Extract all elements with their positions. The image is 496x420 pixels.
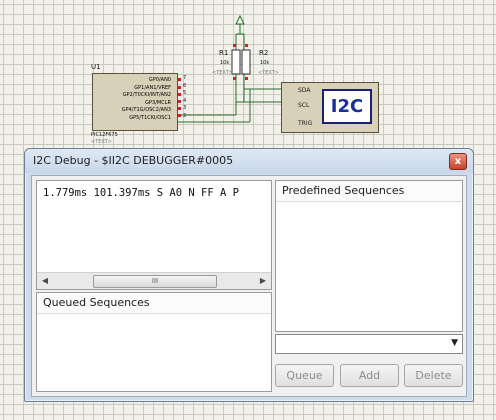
add-button[interactable]: Add [340,364,399,387]
queue-button[interactable]: Queue [275,364,334,387]
i2c-pin-label: SCL [298,102,310,109]
queued-sequences-panel[interactable]: Queued Sequences [36,292,272,392]
pin-number: 2 [183,113,187,119]
pin-name: GP3/MCLR [145,100,171,106]
pin-number: 3 [183,105,187,111]
r2-text-placeholder: <TEXT> [258,70,279,76]
pin-number: 5 [183,90,187,96]
pin-number: 4 [183,98,187,104]
r2-ref-label: R2 [259,49,269,57]
trace-log-panel[interactable]: 1.779ms 101.397ms S A0 N FF A P ◀ III ▶ [36,180,272,290]
pic-chip: GP0/AN0 GP1/AN1/VREF GP2/T0CKI/INT/AN2 G… [92,73,178,131]
r1-ref-label: R1 [219,49,229,57]
horizontal-scrollbar[interactable]: ◀ III ▶ [37,272,271,289]
i2c-debugger-component: SDA SCL TRIG I2C [281,82,379,133]
pin-name: GP5/T1CKI/OSC1 [129,115,171,121]
wires [176,34,281,123]
pin-name: GP2/T0CKI/INT/AN2 [122,92,171,98]
window-titlebar[interactable]: I2C Debug - $II2C DEBUGGER#0005 x [25,149,473,173]
chip-ref-label: U1 [91,63,101,71]
scroll-left-icon[interactable]: ◀ [37,273,53,289]
schematic-canvas [176,14,286,123]
r1-value-label: 10k [220,60,230,66]
chevron-down-icon[interactable]: ▼ [451,338,458,348]
pin-name: GP1/AN1/VREF [134,85,171,91]
i2c-debug-window: I2C Debug - $II2C DEBUGGER#0005 x 1.779m… [24,148,474,402]
i2c-pin-label: TRIG [298,120,313,127]
resistor-r2 [241,49,251,75]
chip-text-placeholder: <TEXT> [91,139,112,145]
predefined-sequences-header: Predefined Sequences [276,181,462,202]
scroll-right-icon[interactable]: ▶ [255,273,271,289]
window-title: I2C Debug - $II2C DEBUGGER#0005 [33,154,234,167]
r1-text-placeholder: <TEXT> [212,70,233,76]
chip-part-label: PIC12F675 [91,132,118,138]
pin-name: GP4/T1G/OSC2/AN3 [121,107,171,113]
pin-number: 6 [183,83,187,89]
i2c-logo: I2C [322,89,372,124]
predefined-sequences-panel[interactable]: Predefined Sequences [275,180,463,332]
pin-name: GP0/AN0 [148,77,171,83]
power-terminal-icon [235,14,245,35]
sequence-combobox[interactable]: ▼ [275,334,463,354]
window-client-area: 1.779ms 101.397ms S A0 N FF A P ◀ III ▶ … [31,175,467,397]
i2c-pin-label: SDA [298,87,311,94]
resistor-r1 [231,49,241,75]
delete-button[interactable]: Delete [404,364,463,387]
r2-value-label: 10k [260,60,270,66]
close-button[interactable]: x [449,153,467,170]
scrollbar-thumb[interactable]: III [93,275,217,288]
queued-sequences-header: Queued Sequences [37,293,271,314]
trace-log-line[interactable]: 1.779ms 101.397ms S A0 N FF A P [43,187,239,199]
pin-number: 7 [183,75,187,81]
